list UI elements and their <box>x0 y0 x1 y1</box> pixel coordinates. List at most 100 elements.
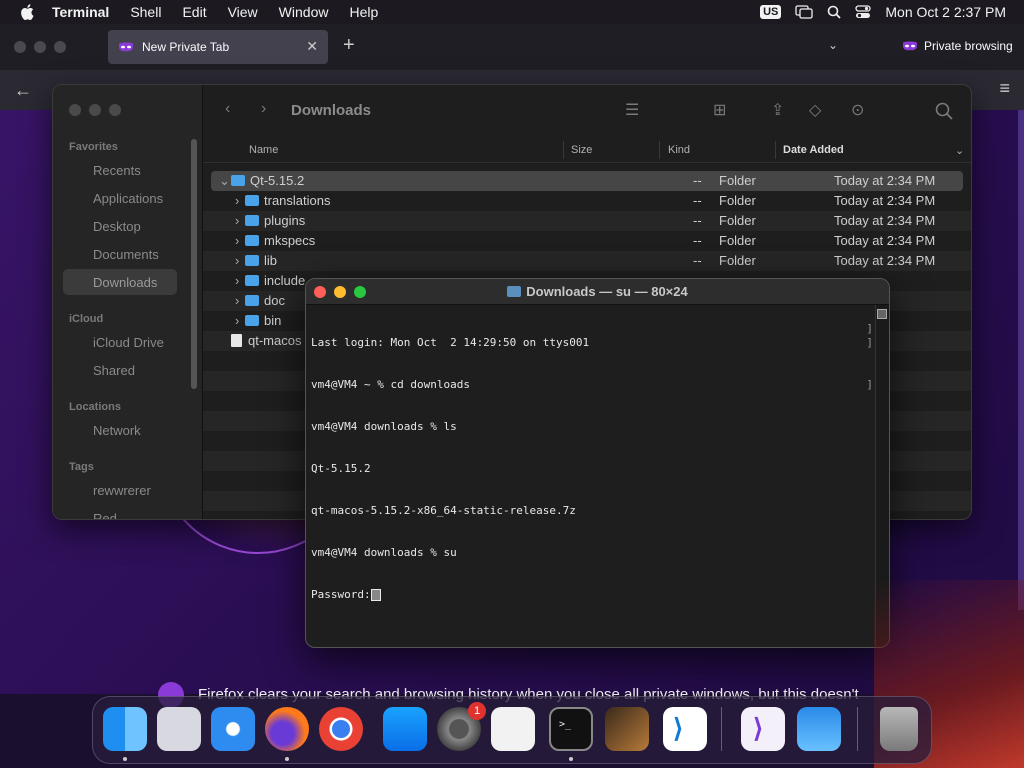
row-name: qt-macos <box>248 333 302 348</box>
app-store-icon[interactable] <box>383 707 427 751</box>
share-icon[interactable]: ⇪ <box>771 100 784 120</box>
finder-title: Downloads <box>291 102 372 119</box>
disclosure-closed-icon[interactable]: › <box>235 293 239 308</box>
back-arrow-icon[interactable]: ← <box>14 80 32 101</box>
launchpad-app-icon[interactable] <box>157 707 201 751</box>
menu-shell[interactable]: Shell <box>130 4 161 20</box>
finder-close-button[interactable] <box>69 104 81 116</box>
terminal-scroll-marker[interactable] <box>877 309 887 319</box>
table-row[interactable]: › translations -- Folder Today at 2:34 P… <box>203 191 971 211</box>
private-browsing-indicator: Private browsing <box>902 39 1013 53</box>
private-mask-icon <box>119 42 133 52</box>
tag-icon[interactable]: ◇ <box>809 100 821 120</box>
menu-view[interactable]: View <box>228 4 258 20</box>
terminal-line: qt-macos-5.15.2-x86_64-static-release.7z <box>311 504 576 517</box>
file-icon <box>231 334 242 348</box>
folder-icon <box>245 195 259 207</box>
terminal-output[interactable]: Last login: Mon Oct 2 14:29:50 on ttys00… <box>311 308 589 630</box>
terminal-app-icon[interactable]: >_ <box>549 707 593 751</box>
menu-app-terminal[interactable]: Terminal <box>52 4 109 20</box>
screen-mirroring-icon[interactable] <box>795 5 814 19</box>
sidebar-item-icloud-drive[interactable]: iCloud Drive <box>93 335 164 350</box>
finder-minimize-button[interactable] <box>89 104 101 116</box>
finder-app-icon[interactable] <box>103 707 147 751</box>
folder-icon <box>245 235 259 247</box>
finder-toolbar: ‹ › Downloads ☰ ⊞ ⇪ ◇ ⊙ <box>203 85 971 137</box>
chrome-app-icon[interactable] <box>319 707 363 751</box>
new-tab-icon[interactable]: + <box>343 34 355 57</box>
private-mask-icon <box>903 41 917 51</box>
column-name-header[interactable]: Name <box>249 144 278 156</box>
menu-edit[interactable]: Edit <box>182 4 206 20</box>
firefox-zoom-button[interactable] <box>54 41 66 53</box>
row-kind: Folder <box>719 253 756 268</box>
apple-icon[interactable] <box>20 4 34 20</box>
group-icon[interactable]: ⊞ <box>713 100 726 120</box>
table-row[interactable]: › mkspecs -- Folder Today at 2:34 PM <box>203 231 971 251</box>
vscode-app-icon[interactable]: ⟩ <box>663 707 707 751</box>
forward-chevron-icon[interactable]: › <box>261 100 266 118</box>
menu-clock[interactable]: Mon Oct 2 2:37 PM <box>885 4 1006 20</box>
firefox-app-icon[interactable] <box>265 707 309 751</box>
tab-list-chevron-icon[interactable]: ⌄ <box>828 38 838 52</box>
hamburger-menu-icon[interactable]: ≡ <box>999 78 1010 99</box>
disclosure-closed-icon[interactable]: › <box>235 213 239 228</box>
folder-icon <box>245 255 259 267</box>
disclosure-closed-icon[interactable]: › <box>235 233 239 248</box>
sidebar-item-recents[interactable]: Recents <box>93 163 141 178</box>
sort-chevron-icon[interactable]: ⌄ <box>955 144 964 157</box>
disclosure-closed-icon[interactable]: › <box>235 253 239 268</box>
firefox-tab-private[interactable]: New Private Tab ✕ <box>108 30 328 64</box>
table-row[interactable]: › plugins -- Folder Today at 2:34 PM <box>203 211 971 231</box>
table-row[interactable]: › lib -- Folder Today at 2:34 PM <box>203 251 971 271</box>
table-row[interactable]: ⌄ Qt-5.15.2 -- Folder Today at 2:34 PM <box>211 171 963 191</box>
sidebar-item-applications[interactable]: Applications <box>93 191 163 206</box>
sidebar-item-shared[interactable]: Shared <box>93 363 135 378</box>
disclosure-closed-icon[interactable]: › <box>235 313 239 328</box>
disclosure-closed-icon[interactable]: › <box>235 273 239 288</box>
column-kind-header[interactable]: Kind <box>668 144 690 156</box>
visual-studio-app-icon[interactable]: ⟩ <box>741 707 785 751</box>
back-chevron-icon[interactable]: ‹ <box>225 100 230 118</box>
textedit-app-icon[interactable] <box>491 707 535 751</box>
sidebar-item-documents[interactable]: Documents <box>93 247 159 262</box>
menu-help[interactable]: Help <box>349 4 378 20</box>
list-view-icon[interactable]: ☰ <box>625 100 639 120</box>
sidebar-item-downloads[interactable]: Downloads <box>93 275 157 290</box>
terminal-cursor <box>370 589 381 601</box>
safari-app-icon[interactable] <box>211 707 255 751</box>
row-kind: Folder <box>719 213 756 228</box>
trash-icon[interactable] <box>880 707 918 751</box>
input-source-badge[interactable]: US <box>760 5 782 19</box>
running-indicator <box>285 757 289 761</box>
sidebar-tag-rewwrerer[interactable]: rewwrerer <box>93 483 151 498</box>
row-size: -- <box>693 213 702 228</box>
firefox-scrollbar[interactable] <box>1018 110 1024 610</box>
more-actions-icon[interactable]: ⊙ <box>851 100 864 120</box>
sidebar-heading-locations: Locations <box>69 401 121 413</box>
disclosure-closed-icon[interactable]: › <box>235 193 239 208</box>
weather-app-icon[interactable] <box>797 707 841 751</box>
firefox-close-button[interactable] <box>14 41 26 53</box>
tab-close-icon[interactable]: ✕ <box>306 38 318 55</box>
disclosure-open-icon[interactable]: ⌄ <box>219 173 230 189</box>
sidebar-item-desktop[interactable]: Desktop <box>93 219 141 234</box>
mark-bracket: ] <box>866 336 873 349</box>
column-date-header[interactable]: Date Added <box>783 144 844 156</box>
column-size-header[interactable]: Size <box>571 144 592 156</box>
sidebar-item-network[interactable]: Network <box>93 423 141 438</box>
terminal-line: Qt-5.15.2 <box>311 462 371 475</box>
spotlight-search-icon[interactable] <box>827 5 842 19</box>
firefox-minimize-button[interactable] <box>34 41 46 53</box>
search-icon[interactable] <box>935 102 953 120</box>
row-kind: Folder <box>719 173 756 188</box>
control-center-icon[interactable] <box>855 5 872 19</box>
finder-zoom-button[interactable] <box>109 104 121 116</box>
sidebar-scrollbar[interactable] <box>191 139 197 389</box>
folder-icon <box>231 175 245 187</box>
menu-window[interactable]: Window <box>279 4 329 20</box>
firefox-tab-title: New Private Tab <box>142 40 230 54</box>
row-name: include <box>264 273 306 288</box>
instruments-app-icon[interactable] <box>605 707 649 751</box>
sidebar-tag-red[interactable]: Red <box>93 511 117 519</box>
